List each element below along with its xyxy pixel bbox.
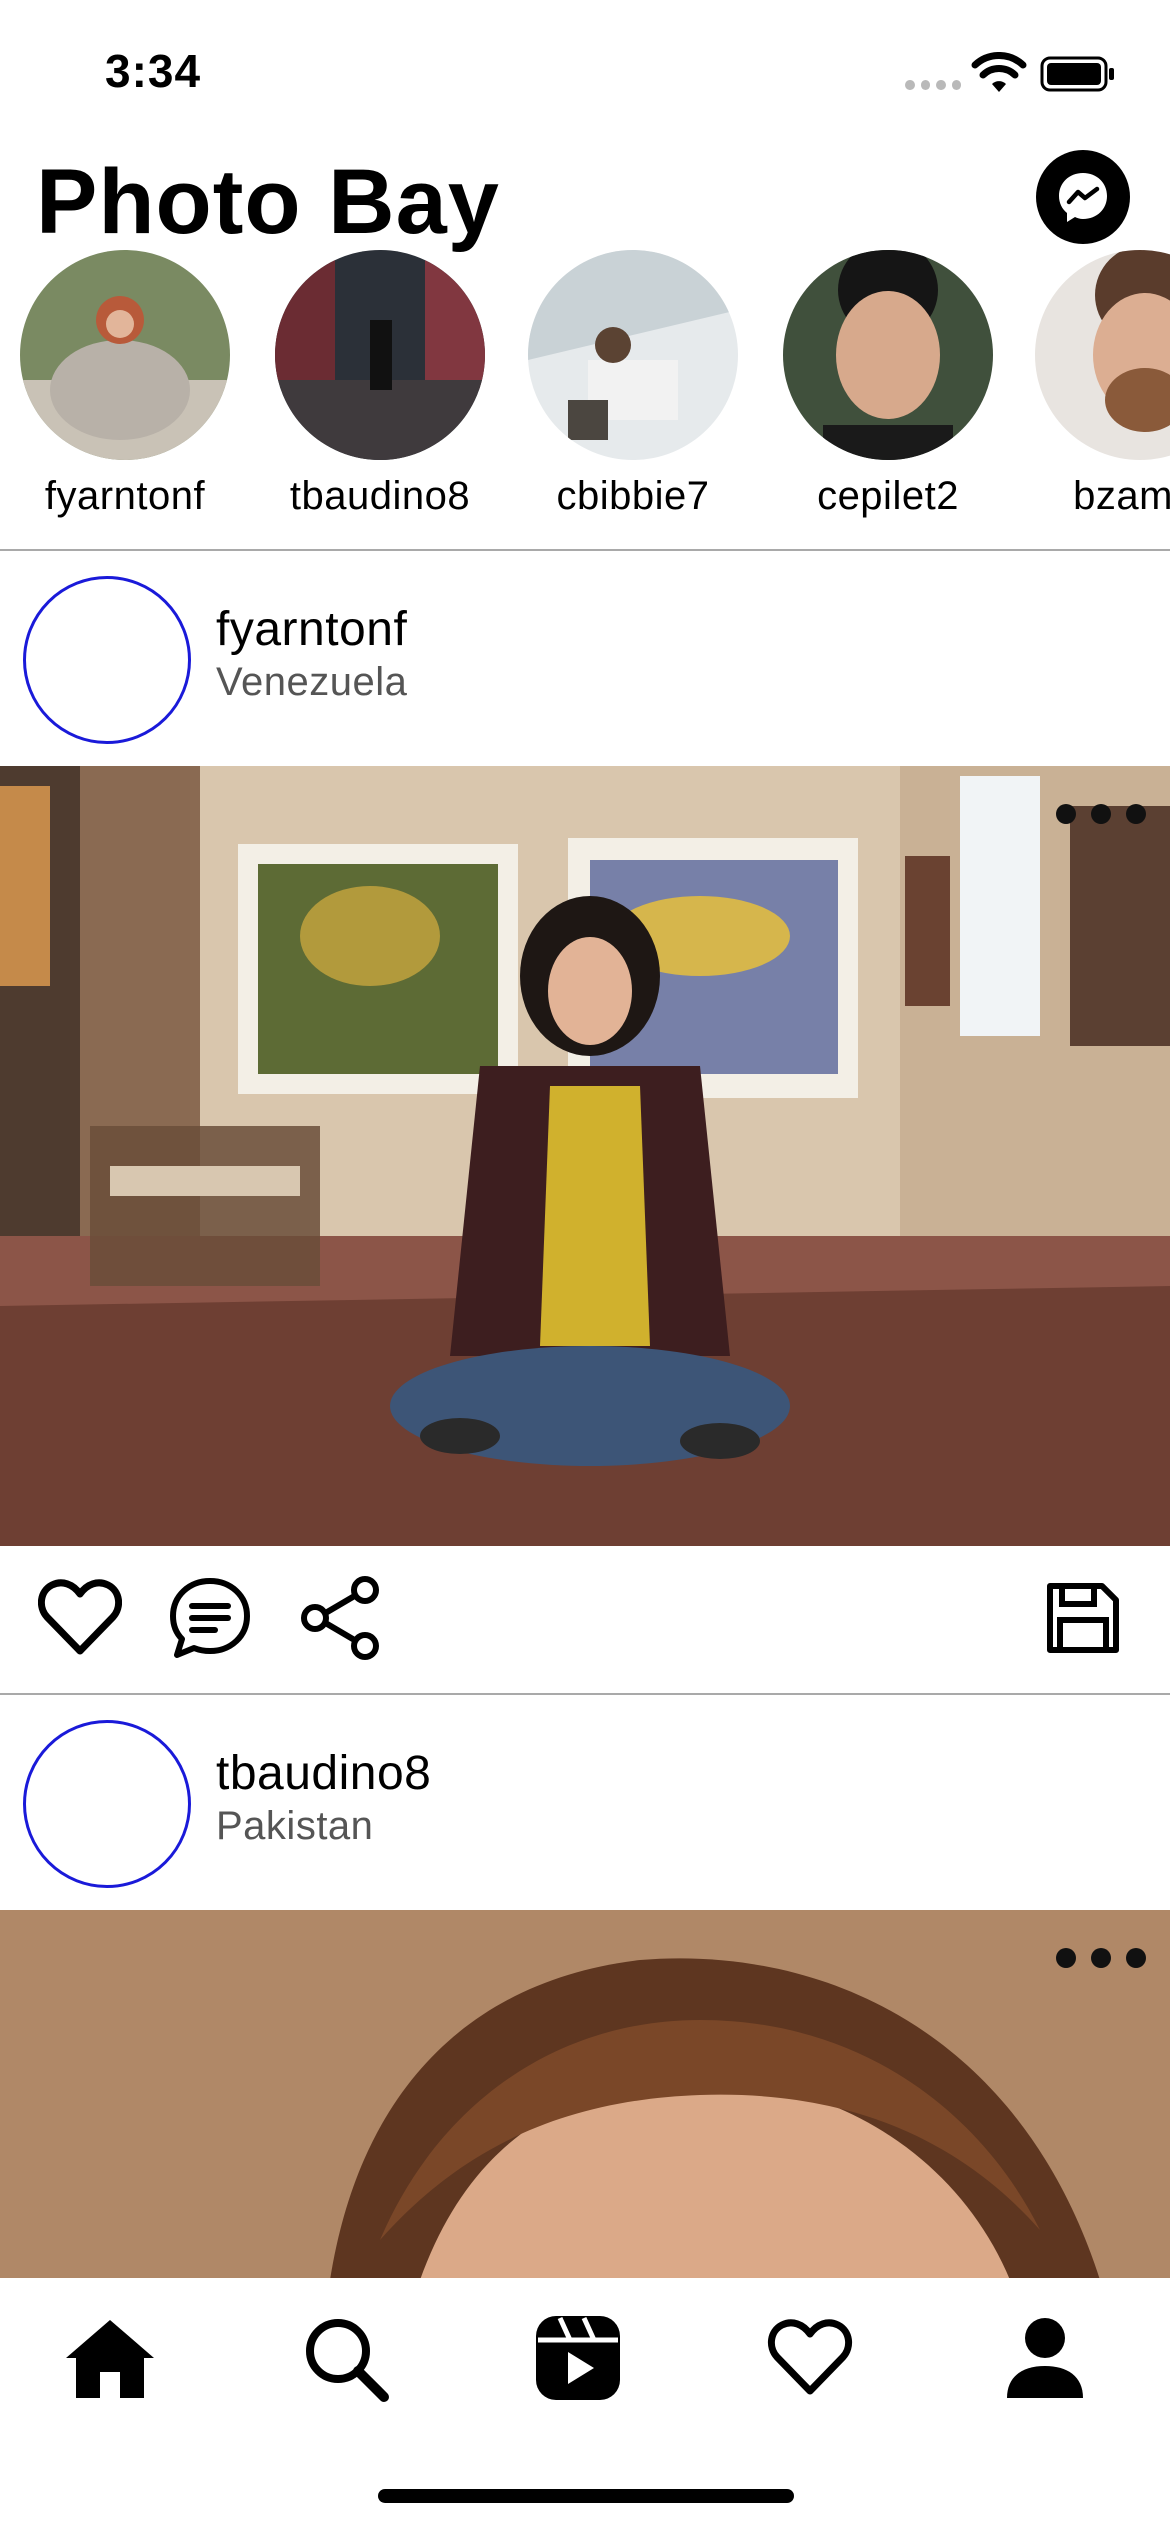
battery-icon <box>1040 56 1114 92</box>
search-icon <box>306 2319 389 2402</box>
profile-icon <box>1007 2318 1083 2398</box>
save-button[interactable] <box>1036 1572 1128 1664</box>
story-username: bzamm <box>1073 474 1170 518</box>
post-avatar[interactable] <box>23 576 191 744</box>
post-location: Pakistan <box>216 1804 374 1848</box>
post-actions <box>0 1546 1170 1696</box>
story-avatar <box>275 250 485 460</box>
status-time: 3:34 <box>105 45 202 97</box>
tab-home[interactable] <box>60 2308 160 2408</box>
reels-icon <box>536 2316 620 2400</box>
wifi-icon <box>971 52 1027 92</box>
story-avatar <box>1035 250 1170 460</box>
post-photo <box>0 766 1170 1546</box>
save-icon <box>1047 1583 1119 1653</box>
post-avatar[interactable] <box>23 1720 191 1888</box>
divider <box>0 549 1170 551</box>
comment-button[interactable] <box>164 1572 256 1664</box>
story-avatar <box>528 250 738 460</box>
messenger-button[interactable] <box>1036 150 1130 244</box>
messenger-icon <box>1059 173 1107 222</box>
post-header: fyarntonf Venezuela <box>0 552 1170 762</box>
like-button[interactable] <box>34 1572 126 1664</box>
share-button[interactable] <box>294 1572 386 1664</box>
app-title: Photo Bay <box>36 151 500 253</box>
tab-search[interactable] <box>295 2308 395 2408</box>
story-username: cepilet2 <box>817 474 959 518</box>
story-item[interactable]: tbaudino8 <box>255 248 495 548</box>
story-item[interactable]: cbibbie7 <box>508 248 748 548</box>
home-indicator <box>378 2489 794 2503</box>
app-header: Photo Bay <box>0 140 1170 253</box>
post-username[interactable]: fyarntonf <box>216 602 407 657</box>
post-image[interactable] <box>0 1910 1170 2280</box>
tab-activity[interactable] <box>760 2308 860 2408</box>
tab-profile[interactable] <box>995 2308 1095 2408</box>
home-icon <box>66 2320 154 2398</box>
story-username: cbibbie7 <box>556 474 710 518</box>
story-item[interactable]: fyarntonf <box>0 248 240 548</box>
cellular-signal-icon <box>905 80 961 92</box>
post-username[interactable]: tbaudino8 <box>216 1746 431 1801</box>
comment-icon <box>170 1578 250 1658</box>
share-icon <box>301 1576 379 1660</box>
heart-icon <box>38 1579 122 1655</box>
more-options-button[interactable] <box>1056 1946 1146 1970</box>
divider <box>0 1693 1170 1695</box>
story-avatar <box>783 250 993 460</box>
story-item[interactable]: bzamm <box>1015 248 1170 548</box>
story-item[interactable]: cepilet2 <box>763 248 1003 548</box>
heart-icon <box>767 2319 853 2395</box>
post-header: tbaudino8 Pakistan <box>0 1696 1170 1906</box>
story-avatar <box>20 250 230 460</box>
more-options-button[interactable] <box>1056 802 1146 826</box>
stories-row[interactable]: fyarntonf tbaudino8 cbibbie7 cepilet2 bz… <box>0 248 1170 548</box>
tab-reels[interactable] <box>528 2308 628 2408</box>
post-image[interactable] <box>0 766 1170 1546</box>
post-location: Venezuela <box>216 660 408 704</box>
status-bar: 3:34 <box>0 0 1170 140</box>
story-username: fyarntonf <box>44 474 206 518</box>
story-username: tbaudino8 <box>289 474 471 518</box>
post-photo <box>0 1910 1170 2280</box>
